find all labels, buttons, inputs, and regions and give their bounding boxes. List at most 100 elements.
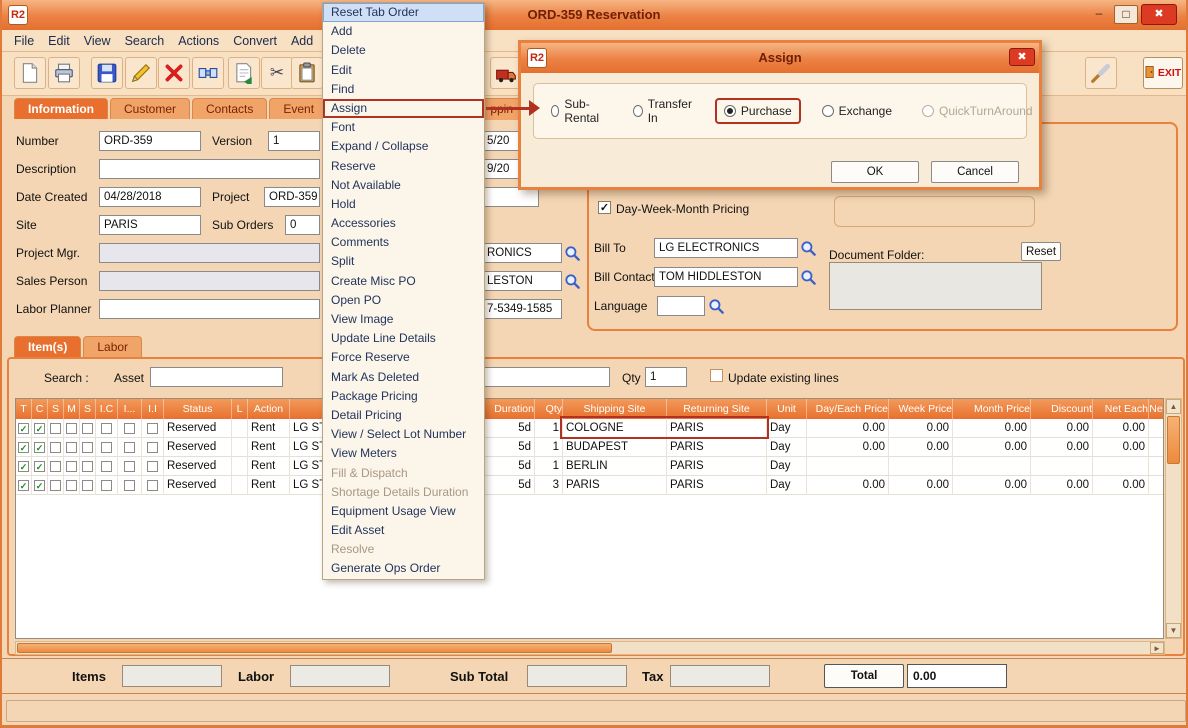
menu-edit[interactable]: Edit: [48, 34, 70, 48]
row-checkbox[interactable]: [147, 461, 158, 472]
site-field[interactable]: PARIS: [99, 215, 201, 235]
scroll-up-icon[interactable]: ▲: [1166, 399, 1181, 414]
vertical-scroll-thumb[interactable]: [1167, 416, 1180, 464]
context-item-reset-tab-order[interactable]: Reset Tab Order: [323, 3, 484, 22]
column-header-action[interactable]: Action: [248, 399, 290, 419]
asset-search-input[interactable]: [150, 367, 283, 387]
context-item-comments[interactable]: Comments: [323, 233, 484, 252]
context-item-delete[interactable]: Delete: [323, 41, 484, 60]
cut-icon[interactable]: ✂: [261, 57, 293, 89]
row-checkbox[interactable]: [34, 480, 45, 491]
row-checkbox[interactable]: [124, 442, 135, 453]
delete-icon[interactable]: [158, 57, 190, 89]
table-row[interactable]: ReservedRentLG ST5d3PARISPARISDay0.000.0…: [16, 476, 1163, 495]
row-checkbox[interactable]: [34, 423, 45, 434]
tab-event[interactable]: Event: [269, 98, 328, 119]
column-header-month-price[interactable]: Month Price: [953, 399, 1031, 419]
column-header-m[interactable]: M: [64, 399, 80, 419]
column-header-unit[interactable]: Unit: [767, 399, 807, 419]
menu-file[interactable]: File: [14, 34, 34, 48]
row-checkbox[interactable]: [124, 423, 135, 434]
row-checkbox[interactable]: [147, 442, 158, 453]
context-item-split[interactable]: Split: [323, 252, 484, 271]
language-field[interactable]: [657, 296, 705, 316]
column-header-qty[interactable]: Qty: [535, 399, 563, 419]
minimize-button[interactable]: –: [1087, 5, 1111, 24]
date-created-field[interactable]: 04/28/2018: [99, 187, 201, 207]
column-header-net-each[interactable]: Net Each: [1093, 399, 1149, 419]
row-checkbox[interactable]: [50, 423, 61, 434]
radio-sub-rental[interactable]: Sub-Rental: [542, 91, 612, 131]
row-checkbox[interactable]: [50, 480, 61, 491]
row-checkbox[interactable]: [18, 423, 29, 434]
column-header-ne[interactable]: Ne: [1149, 399, 1164, 419]
context-item-detail-pricing[interactable]: Detail Pricing: [323, 406, 484, 425]
scroll-right-icon[interactable]: ►: [1150, 642, 1164, 654]
context-item-create-misc-po[interactable]: Create Misc PO: [323, 272, 484, 291]
row-checkbox[interactable]: [147, 480, 158, 491]
row-checkbox[interactable]: [66, 423, 77, 434]
context-item-accessories[interactable]: Accessories: [323, 214, 484, 233]
menu-view[interactable]: View: [84, 34, 111, 48]
row-checkbox[interactable]: [82, 480, 93, 491]
context-item-mark-as-deleted[interactable]: Mark As Deleted: [323, 368, 484, 387]
table-row[interactable]: ReservedRentLG ST5d1BERLINPARISDay: [16, 457, 1163, 476]
column-header-discount[interactable]: Discount: [1031, 399, 1093, 419]
dialog-close-button[interactable]: ✖: [1009, 48, 1035, 66]
bill-contact-field[interactable]: TOM HIDDLESTON: [654, 267, 798, 287]
menu-convert[interactable]: Convert: [233, 34, 277, 48]
column-header-week-price[interactable]: Week Price: [889, 399, 953, 419]
row-checkbox[interactable]: [147, 423, 158, 434]
day-week-month-pricing-checkbox[interactable]: ✓: [598, 201, 611, 214]
tab-customer[interactable]: Customer: [110, 98, 190, 119]
items-horizontal-scrollbar[interactable]: ►: [15, 641, 1165, 655]
number-field[interactable]: ORD-359: [99, 131, 201, 151]
context-item-add[interactable]: Add: [323, 22, 484, 41]
row-checkbox[interactable]: [101, 480, 112, 491]
menu-actions[interactable]: Actions: [178, 34, 219, 48]
row-checkbox[interactable]: [66, 461, 77, 472]
row-checkbox[interactable]: [101, 423, 112, 434]
row-checkbox[interactable]: [34, 461, 45, 472]
labor-planner-field[interactable]: [99, 299, 320, 319]
row-checkbox[interactable]: [101, 461, 112, 472]
reset-button[interactable]: Reset: [1021, 242, 1061, 261]
row-checkbox[interactable]: [50, 442, 61, 453]
row-checkbox[interactable]: [82, 442, 93, 453]
column-header-i-i[interactable]: I.I: [142, 399, 164, 419]
tab-information[interactable]: Information: [14, 98, 108, 119]
save-icon[interactable]: [91, 57, 123, 89]
tab-item-s[interactable]: Item(s): [14, 336, 81, 357]
phone-field-fragment[interactable]: 7-5349-1585: [472, 299, 562, 319]
row-checkbox[interactable]: [18, 442, 29, 453]
context-item-expand-collapse[interactable]: Expand / Collapse: [323, 137, 484, 156]
column-header-s[interactable]: S: [80, 399, 96, 419]
edit-icon[interactable]: [125, 57, 157, 89]
qty-input[interactable]: 1: [645, 367, 687, 387]
context-item-open-po[interactable]: Open PO: [323, 291, 484, 310]
context-item-reserve[interactable]: Reserve: [323, 157, 484, 176]
row-checkbox[interactable]: [66, 442, 77, 453]
row-checkbox[interactable]: [82, 423, 93, 434]
paste-icon[interactable]: [291, 57, 323, 89]
sales-person-field[interactable]: [99, 271, 320, 291]
context-item-view-select-lot-number[interactable]: View / Select Lot Number: [323, 425, 484, 444]
new-document-icon[interactable]: [14, 57, 46, 89]
menu-add[interactable]: Add: [291, 34, 313, 48]
context-item-generate-ops-order[interactable]: Generate Ops Order: [323, 559, 484, 578]
context-item-view-meters[interactable]: View Meters: [323, 444, 484, 463]
tab-contacts[interactable]: Contacts: [192, 98, 267, 119]
column-header-i-c[interactable]: I.C: [96, 399, 118, 419]
context-item-edit[interactable]: Edit: [323, 61, 484, 80]
radio-transfer-in[interactable]: Transfer In: [624, 91, 703, 131]
radio-exchange[interactable]: Exchange: [813, 98, 901, 124]
scroll-down-icon[interactable]: ▼: [1166, 623, 1181, 638]
sub-orders-field[interactable]: 0: [285, 215, 320, 235]
context-item-hold[interactable]: Hold: [323, 195, 484, 214]
row-checkbox[interactable]: [18, 461, 29, 472]
column-header-c[interactable]: C: [32, 399, 48, 419]
row-checkbox[interactable]: [50, 461, 61, 472]
items-vertical-scrollbar[interactable]: ▲ ▼: [1165, 398, 1182, 639]
row-checkbox[interactable]: [82, 461, 93, 472]
context-item-assign[interactable]: Assign: [323, 99, 484, 118]
